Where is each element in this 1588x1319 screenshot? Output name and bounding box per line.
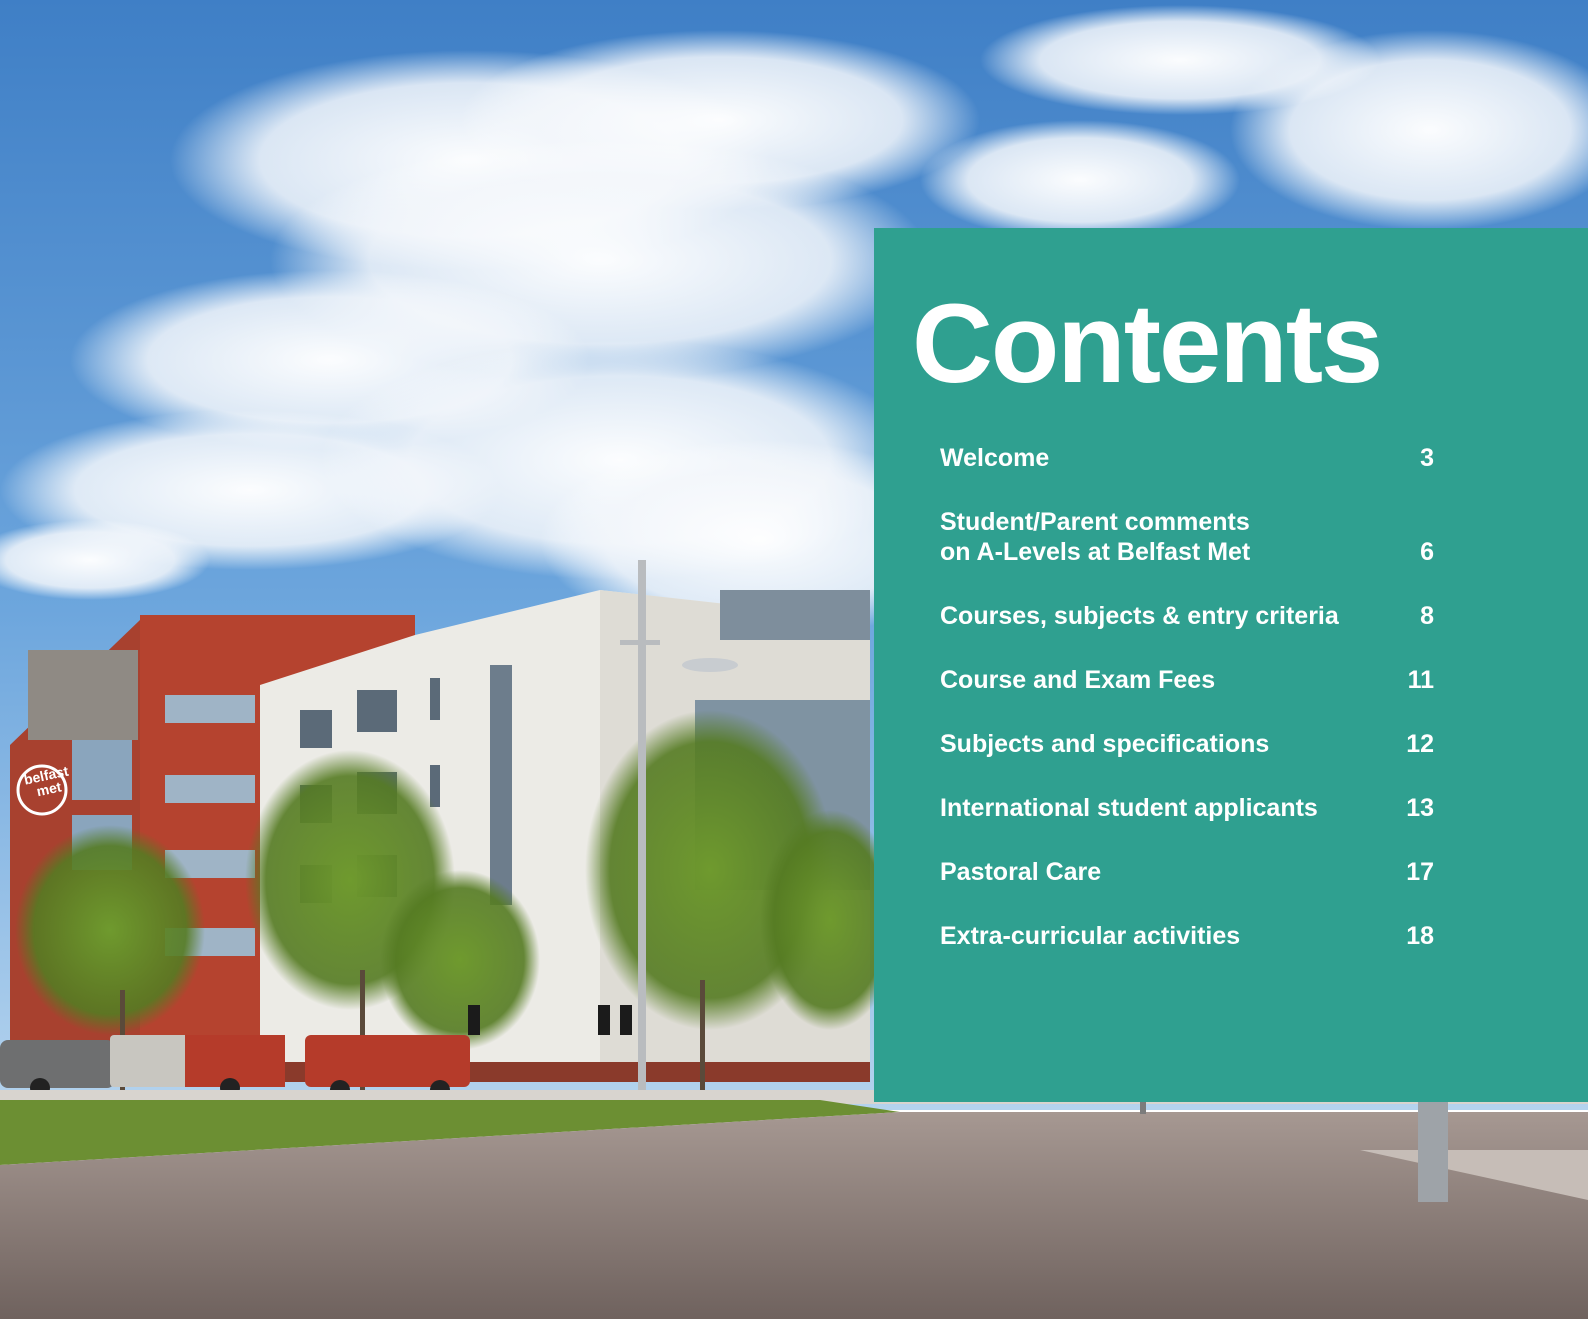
toc-item-title-line: Student/Parent comments bbox=[940, 508, 1250, 536]
toc-item-pastoral-care[interactable]: Pastoral Care 17 bbox=[940, 857, 1434, 887]
toc-item-subjects-specifications[interactable]: Subjects and specifications 12 bbox=[940, 729, 1434, 759]
toc-item-title: Courses, subjects & entry criteria bbox=[940, 601, 1339, 631]
contents-panel: Contents Welcome 3 Student/Parent commen… bbox=[874, 228, 1588, 1102]
toc-item-title: Subjects and specifications bbox=[940, 729, 1269, 759]
toc-page-number: 3 bbox=[1420, 444, 1434, 472]
toc-item-title-line: Welcome bbox=[940, 444, 1050, 472]
table-of-contents: Welcome 3 Student/Parent comments on A-L… bbox=[940, 443, 1434, 985]
toc-item-title-line: Extra-curricular activities bbox=[940, 922, 1241, 950]
toc-item-courses-subjects-entry[interactable]: Courses, subjects & entry criteria 8 bbox=[940, 601, 1434, 631]
toc-item-title: International student applicants bbox=[940, 793, 1318, 823]
toc-item-title: Student/Parent comments on A-Levels at B… bbox=[940, 507, 1250, 567]
toc-item-title: Course and Exam Fees bbox=[940, 665, 1215, 695]
toc-item-welcome[interactable]: Welcome 3 bbox=[940, 443, 1434, 473]
toc-item-international-applicants[interactable]: International student applicants 13 bbox=[940, 793, 1434, 823]
toc-item-extra-curricular[interactable]: Extra-curricular activities 18 bbox=[940, 921, 1434, 951]
toc-page-number: 17 bbox=[1406, 858, 1434, 886]
toc-page-number: 12 bbox=[1406, 730, 1434, 758]
toc-item-title-line: International student applicants bbox=[940, 794, 1318, 822]
toc-item-title-line: Courses, subjects & entry criteria bbox=[940, 602, 1339, 630]
toc-item-title: Pastoral Care bbox=[940, 857, 1101, 887]
toc-page-number: 6 bbox=[1420, 538, 1434, 566]
toc-item-title-line: Subjects and specifications bbox=[940, 730, 1270, 758]
contents-page: belfast met Contents Welcome 3 Student/P… bbox=[0, 0, 1588, 1319]
toc-page-number: 8 bbox=[1420, 602, 1434, 630]
toc-item-title-line: on A-Levels at Belfast Met bbox=[940, 538, 1251, 566]
toc-item-student-parent-comments[interactable]: Student/Parent comments on A-Levels at B… bbox=[940, 507, 1434, 567]
toc-page-number: 11 bbox=[1407, 666, 1434, 694]
toc-item-title-line: Pastoral Care bbox=[940, 858, 1102, 886]
toc-page-number: 13 bbox=[1406, 794, 1434, 822]
page-title: Contents bbox=[912, 281, 1383, 406]
toc-item-title: Welcome bbox=[940, 443, 1049, 473]
toc-item-course-exam-fees[interactable]: Course and Exam Fees 11 bbox=[940, 665, 1434, 695]
toc-item-title-line: Course and Exam Fees bbox=[940, 666, 1216, 694]
toc-item-title: Extra-curricular activities bbox=[940, 921, 1240, 951]
toc-page-number: 18 bbox=[1406, 922, 1434, 950]
